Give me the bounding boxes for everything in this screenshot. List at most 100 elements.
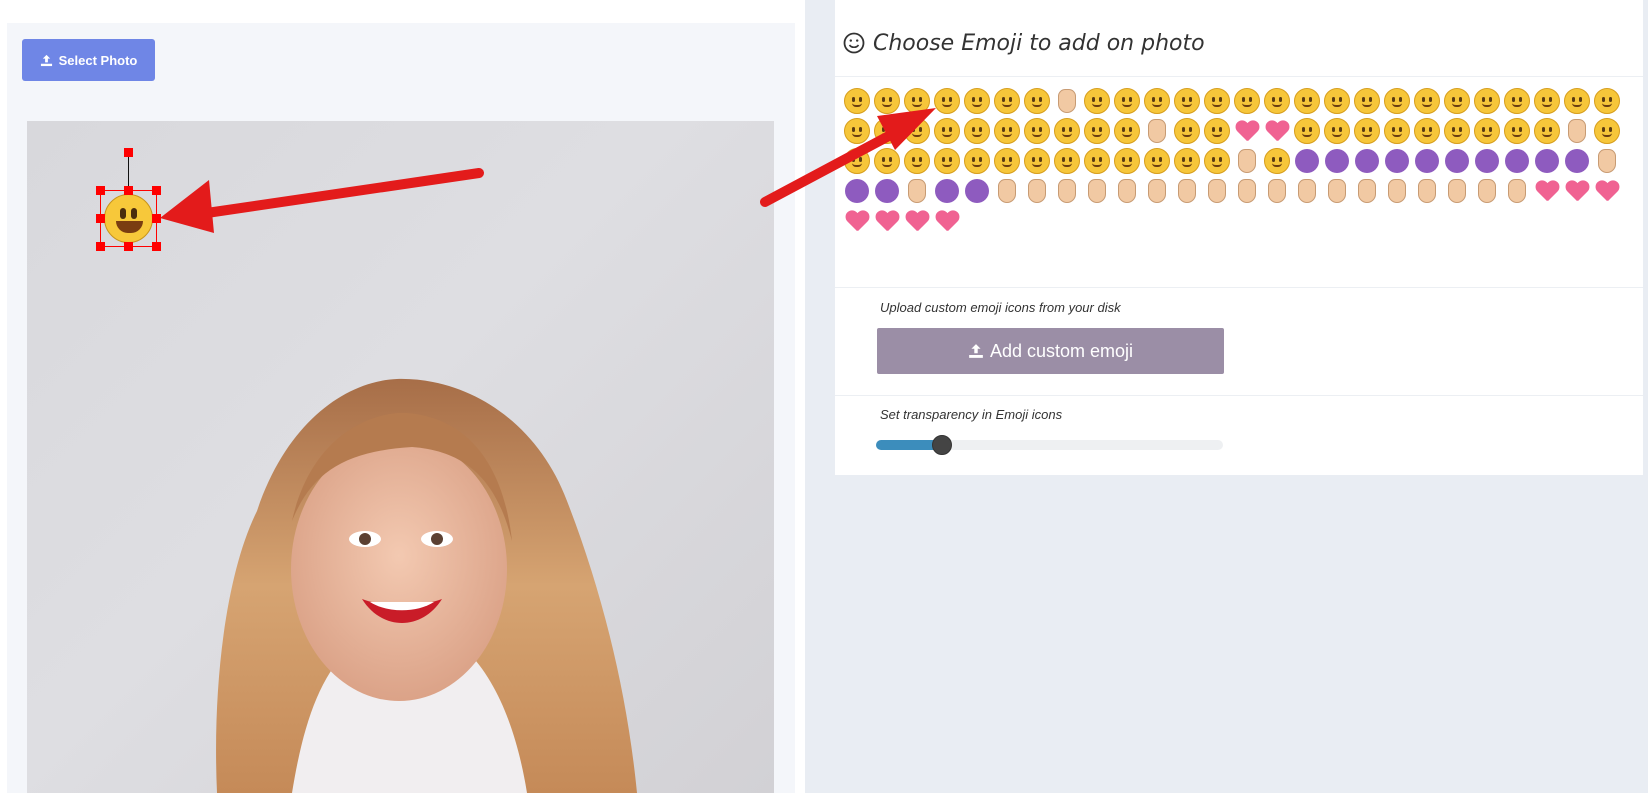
emoji-pile-of-poo[interactable]: [1292, 146, 1322, 176]
emoji-victory-hand[interactable]: [1052, 176, 1082, 206]
emoji-grimacing-face[interactable]: [902, 86, 932, 116]
emoji-flexed-biceps[interactable]: [1382, 176, 1412, 206]
emoji-pouting-face[interactable]: [1112, 146, 1142, 176]
emoji-angry-devil[interactable]: [1352, 146, 1382, 176]
emoji-sunglasses-face[interactable]: [1532, 86, 1562, 116]
emoji-folded-hands[interactable]: [1412, 176, 1442, 206]
emoji-woman-gesturing-ok[interactable]: [872, 176, 902, 206]
emoji-dizzy-face-2[interactable]: [932, 146, 962, 176]
emoji-confused-face[interactable]: [1502, 116, 1532, 146]
emoji-sweat-smile-face[interactable]: [1022, 86, 1052, 116]
emoji-woman-raising-hand[interactable]: [902, 176, 932, 206]
emoji-weary-face[interactable]: [1562, 116, 1592, 146]
emoji-kissing-closed-eyes-face[interactable]: [1412, 86, 1442, 116]
emoji-zipper-mouth-face[interactable]: [962, 146, 992, 176]
resize-handle-right[interactable]: [152, 214, 161, 223]
emoji-index-pointing-up[interactable]: [1082, 176, 1112, 206]
emoji-no-mouth-face[interactable]: [902, 116, 932, 146]
resize-handle-bottom[interactable]: [124, 242, 133, 251]
emoji-upside-down-face[interactable]: [872, 86, 902, 116]
emoji-halo-face[interactable]: [1352, 116, 1382, 146]
emoji-raised-fist[interactable]: [1202, 176, 1232, 206]
emoji-yum-face[interactable]: [842, 116, 872, 146]
emoji-hugging-face[interactable]: [1322, 86, 1352, 116]
emoji-ghost[interactable]: [1412, 146, 1442, 176]
emoji-thermometer-face[interactable]: [1022, 146, 1052, 176]
emoji-neutral-face[interactable]: [1442, 116, 1472, 146]
emoji-sleeping-face[interactable]: [1382, 116, 1412, 146]
emoji-waving-hand[interactable]: [1022, 176, 1052, 206]
emoji-heart-with-arrow[interactable]: [902, 206, 932, 236]
emoji-dizzy-face[interactable]: [902, 146, 932, 176]
emoji-ok-hand[interactable]: [1262, 176, 1292, 206]
emoji-slightly-smiling-face[interactable]: [842, 86, 872, 116]
emoji-smiling-devil[interactable]: [1322, 146, 1352, 176]
resize-handle-top-right[interactable]: [152, 186, 161, 195]
emoji-kissing-heart-face[interactable]: [1262, 116, 1292, 146]
emoji-pensive-face[interactable]: [1142, 86, 1172, 116]
emoji-star-struck-face[interactable]: [1562, 86, 1592, 116]
emoji-innocent-face[interactable]: [1322, 116, 1352, 146]
emoji-nerd-face[interactable]: [1502, 86, 1532, 116]
emoji-gift-heart[interactable]: [872, 206, 902, 236]
emoji-anguished-face[interactable]: [1052, 116, 1082, 146]
emoji-smiling-eyes-face[interactable]: [1382, 86, 1412, 116]
emoji-sign-of-horns[interactable]: [1442, 176, 1472, 206]
emoji-clapping-hands[interactable]: [1352, 176, 1382, 206]
emoji-vulcan-salute[interactable]: [1472, 176, 1502, 206]
emoji-growing-heart[interactable]: [842, 206, 872, 236]
emoji-money-mouth-face[interactable]: [1202, 86, 1232, 116]
resize-handle-bottom-left[interactable]: [96, 242, 105, 251]
emoji-fearful-face[interactable]: [1142, 116, 1172, 146]
emoji-woman-tipping-hand[interactable]: [1592, 146, 1622, 176]
emoji-tired-face[interactable]: [1592, 116, 1622, 146]
emoji-woman-gesturing-no[interactable]: [842, 176, 872, 206]
emoji-heart-eyes-face[interactable]: [1232, 116, 1262, 146]
rotation-handle[interactable]: [124, 148, 133, 157]
emoji-angry-face[interactable]: [1082, 146, 1112, 176]
emoji-triumph-face[interactable]: [1532, 116, 1562, 146]
emoji-persevering-face[interactable]: [842, 146, 872, 176]
emoji-woman-bowing[interactable]: [932, 176, 962, 206]
resize-handle-top-left[interactable]: [96, 186, 105, 195]
resize-handle-bottom-right[interactable]: [152, 242, 161, 251]
emoji-tongue[interactable]: [1442, 146, 1472, 176]
emoji-slightly-frowning-face[interactable]: [1472, 116, 1502, 146]
add-custom-emoji-button[interactable]: Add custom emoji: [877, 328, 1224, 374]
emoji-point-up-2[interactable]: [1112, 176, 1142, 206]
emoji-dancers[interactable]: [1562, 146, 1592, 176]
emoji-astonished-face[interactable]: [992, 116, 1022, 146]
transparency-slider[interactable]: [876, 435, 1223, 455]
emoji-bandage-face[interactable]: [1052, 146, 1082, 176]
emoji-woman-getting-haircut[interactable]: [962, 176, 992, 206]
emoji-middle-finger[interactable]: [1502, 176, 1532, 206]
emoji-laughing-face[interactable]: [992, 86, 1022, 116]
emoji-sparkling-heart[interactable]: [1532, 176, 1562, 206]
emoji-disappointed-face[interactable]: [1232, 146, 1262, 176]
resize-handle-left[interactable]: [96, 214, 105, 223]
emoji-beating-heart[interactable]: [1592, 176, 1622, 206]
emoji-eyes[interactable]: [1502, 146, 1532, 176]
emoji-frowning-face[interactable]: [962, 116, 992, 146]
emoji-sleepy-face[interactable]: [1112, 116, 1142, 146]
emoji-kissing-smiling-eyes-face[interactable]: [1472, 86, 1502, 116]
select-photo-button[interactable]: Select Photo: [22, 39, 155, 81]
emoji-downcast-sweat-face[interactable]: [1142, 146, 1172, 176]
emoji-blushing-face[interactable]: [1352, 86, 1382, 116]
emoji-revolving-hearts[interactable]: [1562, 176, 1592, 206]
emoji-crying-face[interactable]: [1262, 146, 1292, 176]
emoji-screaming-face[interactable]: [1202, 116, 1232, 146]
emoji-cold-sweat-face[interactable]: [1172, 116, 1202, 146]
emoji-rolling-eyes-face[interactable]: [1022, 116, 1052, 146]
emoji-relieved-face[interactable]: [1172, 86, 1202, 116]
emoji-winking-face[interactable]: [872, 116, 902, 146]
emoji-tears-of-joy-face[interactable]: [1052, 86, 1082, 116]
emoji-unamused-face[interactable]: [1112, 86, 1142, 116]
emoji-smirking-face[interactable]: [1082, 86, 1112, 116]
emoji-hushed-face[interactable]: [932, 116, 962, 146]
emoji-grimacing-face-2[interactable]: [1592, 86, 1622, 116]
emoji-thinking-face[interactable]: [1082, 116, 1112, 146]
emoji-flushed-face[interactable]: [1292, 116, 1322, 146]
emoji-thumbs-down[interactable]: [1172, 176, 1202, 206]
emoji-stuck-out-tongue-face[interactable]: [1232, 86, 1262, 116]
